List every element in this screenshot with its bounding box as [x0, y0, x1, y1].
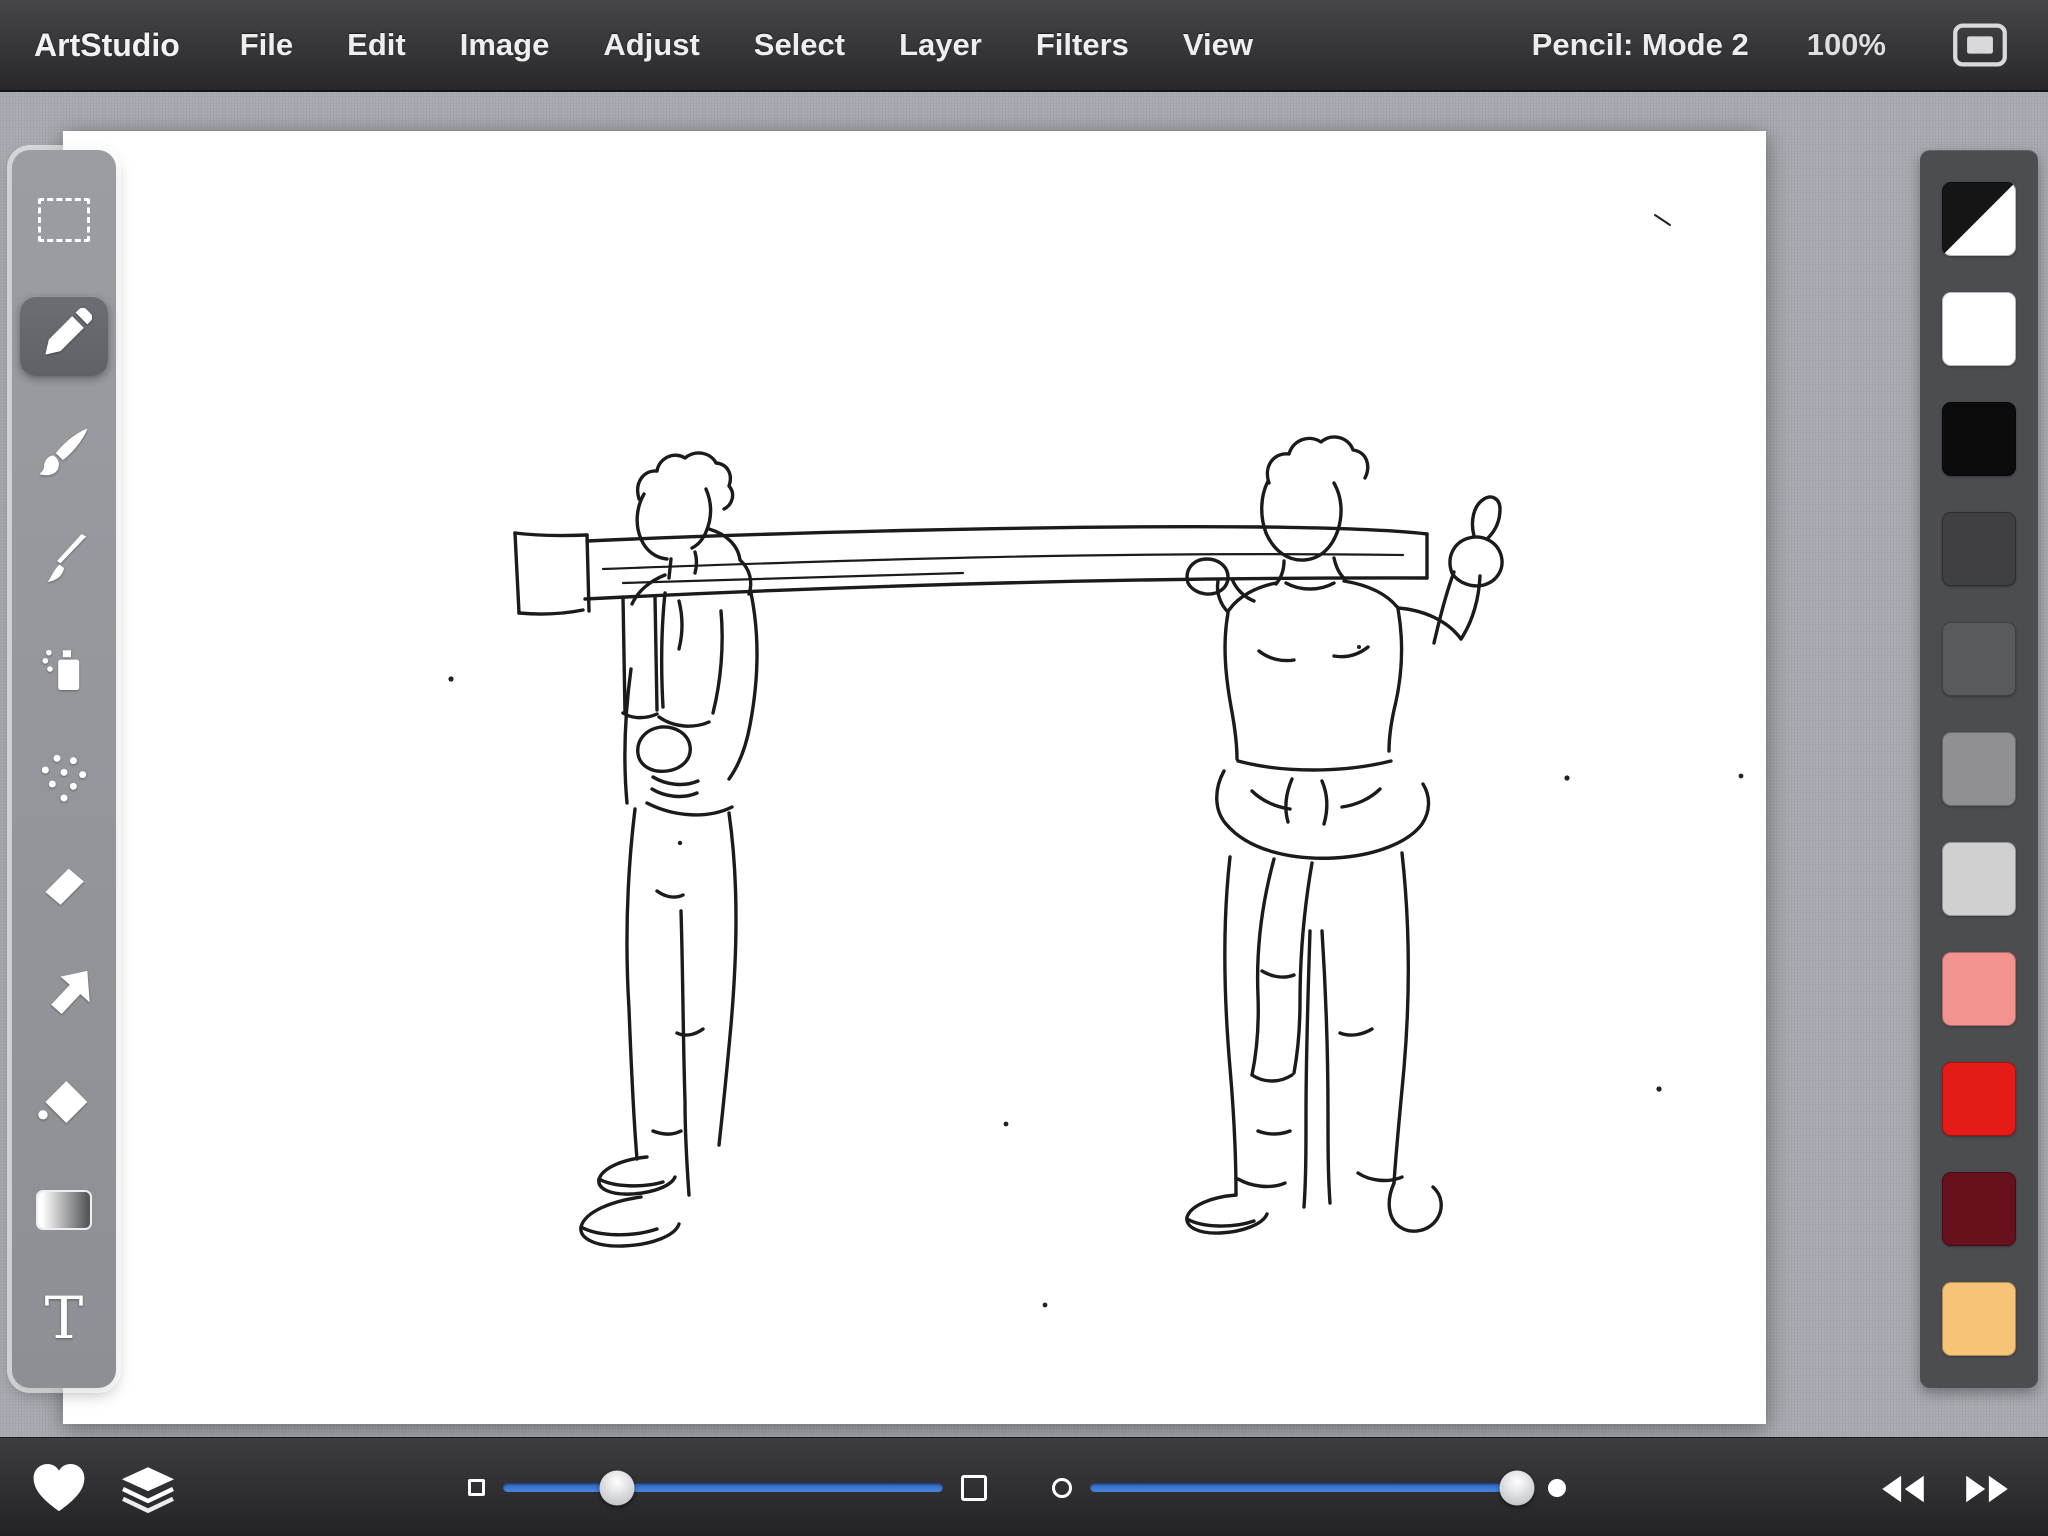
swatch-dark-gray[interactable] [1942, 512, 2016, 586]
artstudio-app: ArtStudio File Edit Image Adjust Select … [0, 0, 2048, 1536]
tool-spray[interactable] [32, 637, 96, 701]
bottom-bar [0, 1437, 2048, 1536]
swatch-white[interactable] [1942, 292, 2016, 366]
tool-gradient[interactable] [32, 1178, 96, 1242]
marquee-icon [38, 198, 90, 242]
swatch-salmon[interactable] [1942, 952, 2016, 1026]
menu-image[interactable]: Image [460, 27, 550, 63]
size-max-icon [961, 1475, 987, 1501]
layers-button[interactable] [116, 1464, 180, 1519]
tool-status-label: Pencil: Mode 2 [1532, 27, 1749, 63]
favorites-button[interactable] [30, 1460, 88, 1519]
menu-file[interactable]: File [240, 27, 293, 63]
gradient-icon [38, 1192, 90, 1228]
brush-size-slider [468, 1438, 1008, 1536]
rewind-icon [1877, 1472, 1929, 1506]
heart-icon [30, 1460, 88, 1514]
dots-pattern-icon [36, 749, 92, 805]
opacity-slider [1052, 1438, 1592, 1536]
opacity-min-icon [1052, 1478, 1072, 1498]
color-palette [1920, 150, 2038, 1388]
menu-adjust[interactable]: Adjust [603, 27, 699, 63]
tool-brush[interactable] [32, 529, 96, 593]
app-title[interactable]: ArtStudio [34, 27, 180, 64]
spray-can-icon [36, 641, 92, 697]
menu-edit[interactable]: Edit [347, 27, 406, 63]
swatch-light-gray[interactable] [1942, 842, 2016, 916]
size-slider-thumb[interactable] [600, 1470, 635, 1505]
size-min-icon [468, 1479, 485, 1496]
swatch-red[interactable] [1942, 1062, 2016, 1136]
tool-pencil[interactable] [20, 296, 108, 376]
undo-button[interactable] [1877, 1472, 1929, 1511]
redo-button[interactable] [1961, 1472, 2013, 1511]
opacity-max-icon [1548, 1479, 1566, 1497]
brush-icon [36, 533, 92, 589]
menu-filters[interactable]: Filters [1036, 27, 1129, 63]
swatch-black[interactable] [1942, 402, 2016, 476]
tool-panel: T [12, 150, 116, 1388]
tool-select-marquee[interactable] [32, 188, 96, 252]
paintbrush-icon [36, 424, 92, 480]
text-tool-icon: T [45, 1289, 84, 1347]
layers-icon [116, 1464, 180, 1514]
zoom-level-label: 100% [1807, 27, 1886, 63]
tool-paintbrush[interactable] [32, 420, 96, 484]
tool-smudge[interactable] [32, 745, 96, 809]
menu-select[interactable]: Select [754, 27, 845, 63]
tool-eraser[interactable] [32, 853, 96, 917]
swatch-default-colors[interactable] [1942, 182, 2016, 256]
paint-bucket-icon [36, 1074, 92, 1130]
menu-view[interactable]: View [1183, 27, 1253, 63]
opacity-slider-thumb[interactable] [1499, 1470, 1534, 1505]
swatch-peach[interactable] [1942, 1282, 2016, 1356]
opacity-slider-track[interactable] [1090, 1483, 1530, 1492]
fullscreen-icon[interactable] [1952, 22, 2008, 68]
arrow-icon [36, 965, 92, 1021]
left-figure [581, 453, 757, 1246]
fast-forward-icon [1961, 1472, 2013, 1506]
plank [515, 527, 1427, 614]
drawing-canvas[interactable] [63, 131, 1766, 1424]
swatch-maroon[interactable] [1942, 1172, 2016, 1246]
tool-text[interactable]: T [32, 1286, 96, 1350]
tool-fill[interactable] [32, 1070, 96, 1134]
swatch-gray[interactable] [1942, 622, 2016, 696]
eraser-icon [36, 857, 92, 913]
menu-bar: ArtStudio File Edit Image Adjust Select … [0, 0, 2048, 92]
tool-arrow[interactable] [32, 961, 96, 1025]
size-slider-track[interactable] [503, 1483, 943, 1492]
menu-layer[interactable]: Layer [899, 27, 982, 63]
right-figure [1187, 437, 1502, 1233]
canvas-drawing [63, 131, 1766, 1424]
swatch-mid-gray[interactable] [1942, 732, 2016, 806]
pencil-icon [36, 308, 92, 364]
